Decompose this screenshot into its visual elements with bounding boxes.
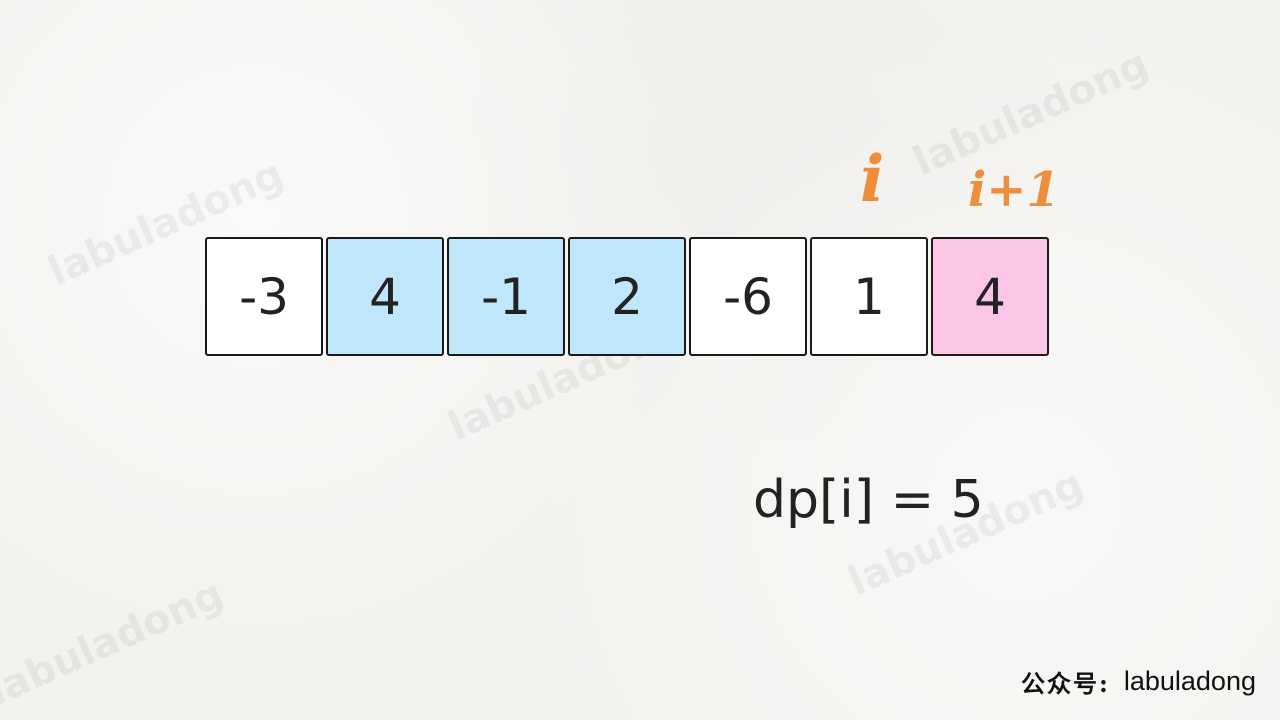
credit-name: labuladong	[1123, 666, 1256, 696]
dp-formula: dp[i] = 5	[753, 470, 984, 530]
array-cell: -6	[689, 237, 807, 356]
array-cell: 2	[568, 237, 686, 356]
credit: 公众号: labuladong	[1021, 664, 1256, 699]
array-cell: 4	[931, 237, 1049, 356]
array-diagram: -3 4 -1 2 -6 1 4	[205, 237, 1049, 356]
index-marker-i: i	[860, 142, 885, 217]
array-cell: 1	[810, 237, 928, 356]
array-cell: -1	[447, 237, 565, 356]
credit-label: 公众号:	[1021, 669, 1110, 698]
index-marker-i-plus-1: i+1	[968, 162, 1060, 218]
array-cell: -3	[205, 237, 323, 356]
array-cell: 4	[326, 237, 444, 356]
